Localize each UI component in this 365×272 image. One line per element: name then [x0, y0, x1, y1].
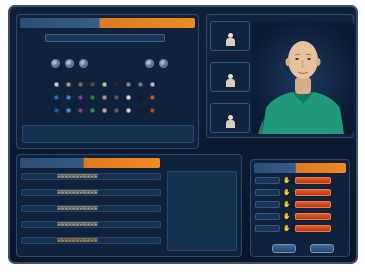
gesture-value-button[interactable]: [295, 177, 331, 184]
gesture-panel-title: [254, 163, 346, 173]
cancel-button[interactable]: [310, 244, 334, 253]
color-swatch[interactable]: [126, 82, 131, 87]
color-swatch[interactable]: [138, 82, 143, 87]
animation-frames[interactable]: ꕤꕤꕤꕤꕤꕤꕤꕤꕤꕤꕤ: [57, 174, 98, 180]
gesture-panel: ✋ ✋ ✋ ✋ ✋: [250, 159, 350, 257]
pose-figure-icon: [226, 115, 235, 128]
color-swatch[interactable]: [54, 95, 59, 100]
gesture-value-button[interactable]: [295, 213, 331, 220]
animation-frames[interactable]: ꕤꕤꕤꕤꕤꕤꕤꕤꕤꕤꕤ: [57, 238, 98, 244]
gesture-label: [255, 177, 280, 184]
gesture-row[interactable]: ✋: [255, 201, 341, 209]
gesture-label: [255, 213, 280, 220]
gesture-value-button[interactable]: [295, 225, 331, 232]
color-swatch[interactable]: [78, 108, 83, 113]
color-swatch[interactable]: [126, 108, 131, 113]
gesture-label: [255, 225, 280, 232]
color-swatch[interactable]: [102, 108, 107, 113]
color-swatch[interactable]: [102, 82, 107, 87]
animation-frames[interactable]: ꕤꕤꕤꕤꕤꕤꕤꕤꕤꕤꕤ: [57, 222, 98, 228]
color-swatch[interactable]: [90, 108, 95, 113]
pose-figure-icon: [226, 74, 235, 87]
avatar-preview-panel: [206, 14, 354, 138]
appearance-panel: [16, 14, 199, 149]
color-swatch[interactable]: [114, 95, 119, 100]
editor-window: ꕤꕤꕤꕤꕤꕤꕤꕤꕤꕤꕤ ꕤꕤꕤꕤꕤꕤꕤꕤꕤꕤꕤ ꕤꕤꕤꕤꕤꕤꕤꕤꕤꕤꕤ ꕤꕤꕤꕤꕤꕤꕤ…: [8, 5, 358, 264]
color-swatch[interactable]: [66, 108, 71, 113]
gesture-row[interactable]: ✋: [255, 177, 341, 185]
gesture-label: [255, 201, 280, 208]
hand-icon: ✋: [283, 213, 291, 220]
dial-control-4[interactable]: [145, 59, 154, 68]
gesture-value-button[interactable]: [295, 201, 331, 208]
color-swatch[interactable]: [78, 82, 83, 87]
color-swatch[interactable]: [138, 95, 143, 100]
color-swatch[interactable]: [90, 95, 95, 100]
ok-button[interactable]: [272, 244, 296, 253]
color-swatch[interactable]: [66, 82, 71, 87]
animation-panel: ꕤꕤꕤꕤꕤꕤꕤꕤꕤꕤꕤ ꕤꕤꕤꕤꕤꕤꕤꕤꕤꕤꕤ ꕤꕤꕤꕤꕤꕤꕤꕤꕤꕤꕤ ꕤꕤꕤꕤꕤꕤꕤ…: [16, 154, 242, 257]
dial-control-3[interactable]: [79, 59, 88, 68]
appearance-panel-title: [20, 18, 195, 28]
animation-frames[interactable]: ꕤꕤꕤꕤꕤꕤꕤꕤꕤꕤꕤ: [57, 190, 98, 196]
color-swatch[interactable]: [54, 82, 59, 87]
gesture-value-button[interactable]: [295, 189, 331, 196]
color-swatch[interactable]: [150, 108, 155, 113]
appearance-note: [22, 125, 194, 143]
color-swatch[interactable]: [150, 82, 155, 87]
pose-thumbnail-1[interactable]: [210, 21, 250, 51]
color-swatch[interactable]: [102, 95, 107, 100]
color-swatch[interactable]: [150, 95, 155, 100]
color-swatch[interactable]: [114, 108, 119, 113]
dial-control-1[interactable]: [51, 59, 60, 68]
pose-figure-icon: [226, 33, 235, 46]
hand-icon: ✋: [283, 201, 291, 208]
color-swatch[interactable]: [54, 108, 59, 113]
gesture-row[interactable]: ✋: [255, 225, 341, 233]
gesture-row[interactable]: ✋: [255, 213, 341, 221]
pose-thumbnail-3[interactable]: [210, 103, 250, 133]
hand-icon: ✋: [283, 225, 291, 232]
color-swatch[interactable]: [138, 108, 143, 113]
hand-icon: ✋: [283, 177, 291, 184]
color-swatch[interactable]: [78, 95, 83, 100]
pose-thumbnail-2[interactable]: [210, 62, 250, 92]
avatar-figure: [258, 41, 344, 134]
animation-panel-title: [20, 158, 160, 168]
avatar-viewport[interactable]: [252, 22, 354, 134]
gesture-label: [255, 189, 280, 196]
dial-control-5[interactable]: [159, 59, 168, 68]
name-input[interactable]: [45, 34, 165, 42]
animation-frames[interactable]: ꕤꕤꕤꕤꕤꕤꕤꕤꕤꕤꕤ: [57, 206, 98, 212]
dial-control-2[interactable]: [65, 59, 74, 68]
color-swatch[interactable]: [90, 82, 95, 87]
color-swatch[interactable]: [114, 82, 119, 87]
gesture-row[interactable]: ✋: [255, 189, 341, 197]
animation-description: [167, 171, 237, 251]
hand-icon: ✋: [283, 189, 291, 196]
color-swatch[interactable]: [66, 95, 71, 100]
color-swatch[interactable]: [126, 95, 131, 100]
